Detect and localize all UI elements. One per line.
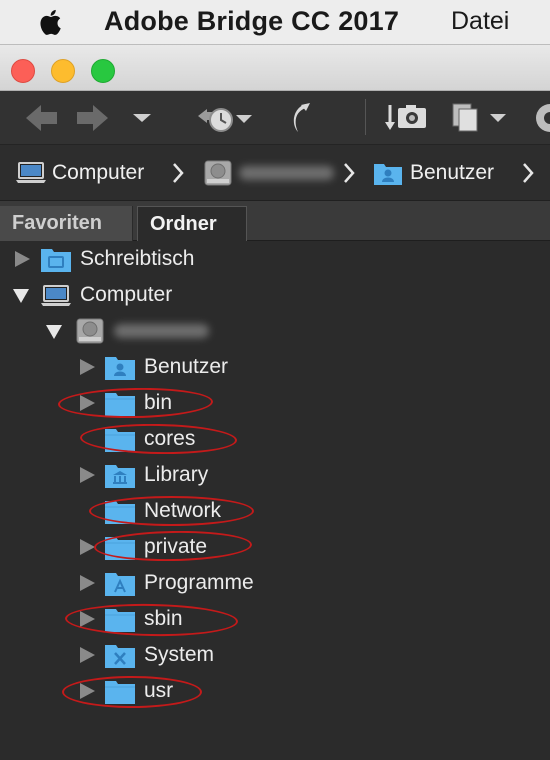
tree-item-label: Library [144,463,209,486]
disclosure-right-icon[interactable] [13,250,31,268]
library-folder-icon [105,465,135,488]
tree-item-usr[interactable]: usr [0,673,550,709]
back-arrow-icon[interactable] [24,99,60,137]
apple-logo-icon[interactable] [36,6,66,38]
forward-arrow-icon[interactable] [74,99,110,137]
breadcrumb-label: Benutzer [410,161,495,184]
tree-item-schreibtisch[interactable]: Schreibtisch [0,241,550,277]
tree-item-label: cores [144,427,196,450]
tree-item-library[interactable]: Library [0,457,550,493]
folder-icon [105,609,135,632]
disclosure-down-icon[interactable] [45,322,63,340]
users-folder-icon [105,357,135,380]
camera-import-icon[interactable] [384,99,428,137]
minimize-window-button[interactable] [51,59,75,83]
toolbar-separator [365,99,366,135]
disclosure-right-icon[interactable] [78,682,96,700]
menu-bar: Adobe Bridge CC 2017 Datei [0,0,550,44]
tree-item-label: usr [144,679,174,702]
disclosure-right-icon[interactable] [78,610,96,628]
disclosure-right-icon[interactable] [78,466,96,484]
tree-item-label: Computer [80,283,173,306]
users-folder-icon [374,164,402,185]
disclosure-right-icon[interactable] [78,394,96,412]
disclosure-right-icon[interactable] [78,646,96,664]
tree-item-label: Schreibtisch [80,247,195,270]
file-menu[interactable]: Datei [451,7,509,36]
disclosure-right-icon[interactable] [78,538,96,556]
tree-item-sbin[interactable]: sbin [0,601,550,637]
folder-icon [105,681,135,704]
disclosure-right-icon[interactable] [78,574,96,592]
folder-icon [105,393,135,416]
chevron-right-icon [344,163,355,183]
applications-folder-icon [105,573,135,596]
return-to-app-icon[interactable] [284,99,314,137]
chevron-right-icon [523,163,534,183]
tree-item-computer[interactable]: Computer [0,277,550,313]
toolbar [0,91,550,145]
copy-pages-icon[interactable] [450,99,512,137]
tree-item-network[interactable]: Network [0,493,550,529]
tree-item-label: Benutzer [144,355,229,378]
tree-item-label: Network [144,499,222,522]
hard-drive-icon [76,318,104,344]
folder-tree: Schreibtisch Computer Benutzer bin cores… [0,241,550,760]
tree-item-system[interactable]: System [0,637,550,673]
tree-item-label: sbin [144,607,183,630]
redacted-volume-name [114,324,209,338]
tab-folders[interactable]: Ordner [137,206,247,241]
disclosure-down-icon[interactable] [12,286,30,304]
hard-drive-icon [204,160,232,186]
tree-item-cores[interactable]: cores [0,421,550,457]
chevron-down-icon[interactable] [130,99,154,137]
system-folder-icon [105,645,135,668]
tree-item-bin[interactable]: bin [0,385,550,421]
folder-icon [105,501,135,524]
disclosure-right-icon[interactable] [78,358,96,376]
tree-item-label: System [144,643,215,666]
path-bar: Computer Benutzer [0,145,550,201]
folder-icon [105,537,135,560]
desktop-folder-icon [41,249,71,272]
close-window-button[interactable] [11,59,35,83]
chevron-right-icon [173,163,184,183]
tree-item-label: private [144,535,208,558]
folder-icon [105,429,135,452]
sync-icon[interactable] [530,99,550,137]
tab-favorites[interactable]: Favoriten [0,206,133,241]
tree-item-benutzer[interactable]: Benutzer [0,349,550,385]
tree-item-private[interactable]: private [0,529,550,565]
tree-item-programme[interactable]: Programme [0,565,550,601]
zoom-window-button[interactable] [91,59,115,83]
laptop-icon [16,162,46,183]
breadcrumb-benutzer[interactable]: Benutzer [373,158,494,188]
app-name-menu[interactable]: Adobe Bridge CC 2017 [104,6,399,37]
laptop-icon [41,285,71,306]
breadcrumb-label: Computer [52,161,145,184]
redacted-volume-name [239,166,334,180]
tree-item-volume[interactable] [0,313,550,349]
recent-history-icon[interactable] [194,99,256,137]
breadcrumb-volume[interactable] [203,158,334,188]
window-title-bar [0,44,550,91]
breadcrumb-computer[interactable]: Computer [15,158,144,188]
panel-tab-bar: Favoriten Ordner [0,201,550,241]
tree-item-label: bin [144,391,173,414]
tree-item-label: Programme [144,571,254,594]
